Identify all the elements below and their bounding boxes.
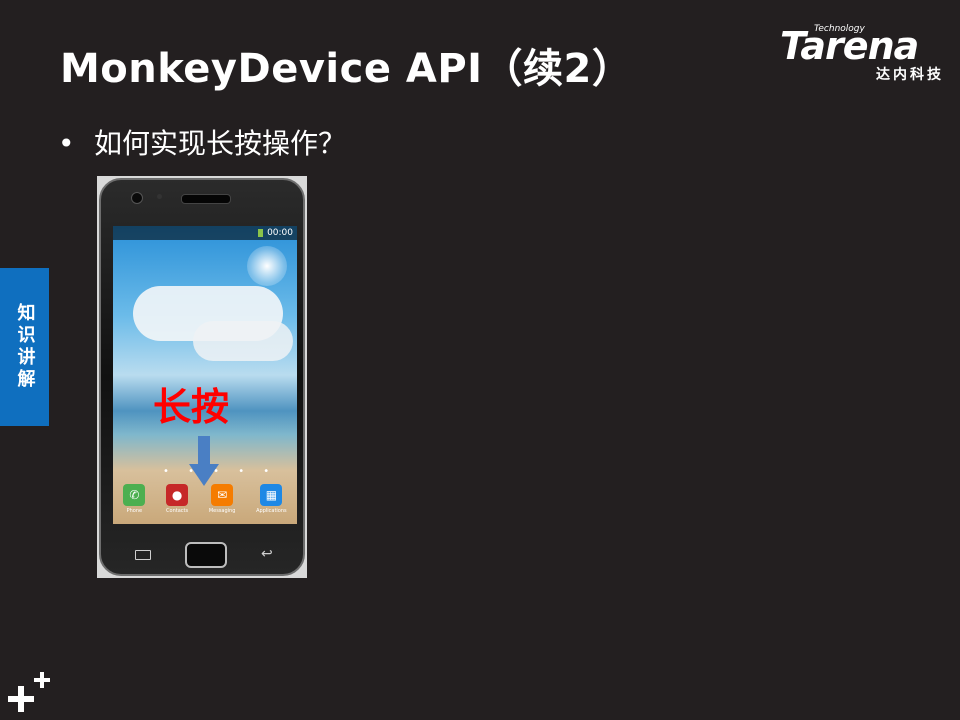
back-button[interactable]: ↩	[261, 546, 273, 562]
earpiece-icon	[181, 194, 231, 204]
contacts-icon: ●	[166, 484, 189, 506]
page-indicator-dots: • • • • •	[163, 466, 278, 477]
logo-subtitle: 达内科技	[876, 67, 944, 83]
side-tab-label: 知识讲解	[14, 303, 36, 391]
cloud-shape	[193, 321, 293, 361]
slide: MonkeyDevice API（续2） Technology Tarena 达…	[0, 0, 960, 720]
sun-glow	[247, 246, 287, 286]
dock-item-applications[interactable]: ▦ Applications	[256, 484, 287, 514]
dock-item-phone[interactable]: ✆ Phone	[123, 484, 146, 514]
bullet-dot-icon: •	[58, 127, 75, 160]
messaging-icon: ✉	[211, 484, 234, 506]
phone-body: 00:00 长按 • • • • • ✆ Phone ● Contacts ✉ …	[99, 178, 305, 576]
apps-grid-icon: ▦	[260, 484, 283, 506]
sensor-icon	[157, 194, 162, 199]
phone-icon: ✆	[123, 484, 146, 506]
side-tab: 知识讲解	[0, 268, 49, 426]
dock-item-messaging[interactable]: ✉ Messaging	[208, 484, 236, 514]
dock-item-label: Contacts	[166, 508, 189, 514]
phone-screen: 00:00 长按 • • • • • ✆ Phone ● Contacts ✉ …	[113, 226, 297, 524]
dock-item-label: Messaging	[208, 508, 236, 514]
dock-item-label: Applications	[256, 508, 287, 514]
menu-button[interactable]	[135, 550, 151, 560]
home-button[interactable]	[185, 542, 227, 568]
dock-item-contacts[interactable]: ● Contacts	[166, 484, 188, 514]
tarena-logo: Technology Tarena 达内科技	[780, 22, 946, 84]
status-time: 00:00	[267, 228, 293, 238]
status-bar: 00:00	[113, 226, 297, 240]
page-title: MonkeyDevice API（续2）	[60, 46, 633, 92]
long-press-label: 长按	[153, 385, 230, 429]
phone-image: 00:00 长按 • • • • • ✆ Phone ● Contacts ✉ …	[97, 176, 307, 578]
battery-icon	[258, 228, 264, 237]
logo-wordmark: Tarena	[780, 24, 919, 68]
camera-icon	[131, 192, 143, 204]
dock-item-label: Phone	[126, 508, 143, 514]
app-dock: ✆ Phone ● Contacts ✉ Messaging ▦ Applica…	[113, 484, 297, 524]
plus-logo-icon	[8, 672, 50, 712]
bullet-text: 如何实现长按操作？	[94, 127, 347, 160]
down-arrow-icon	[189, 436, 219, 486]
bullet-item: • 如何实现长按操作？	[58, 122, 346, 162]
